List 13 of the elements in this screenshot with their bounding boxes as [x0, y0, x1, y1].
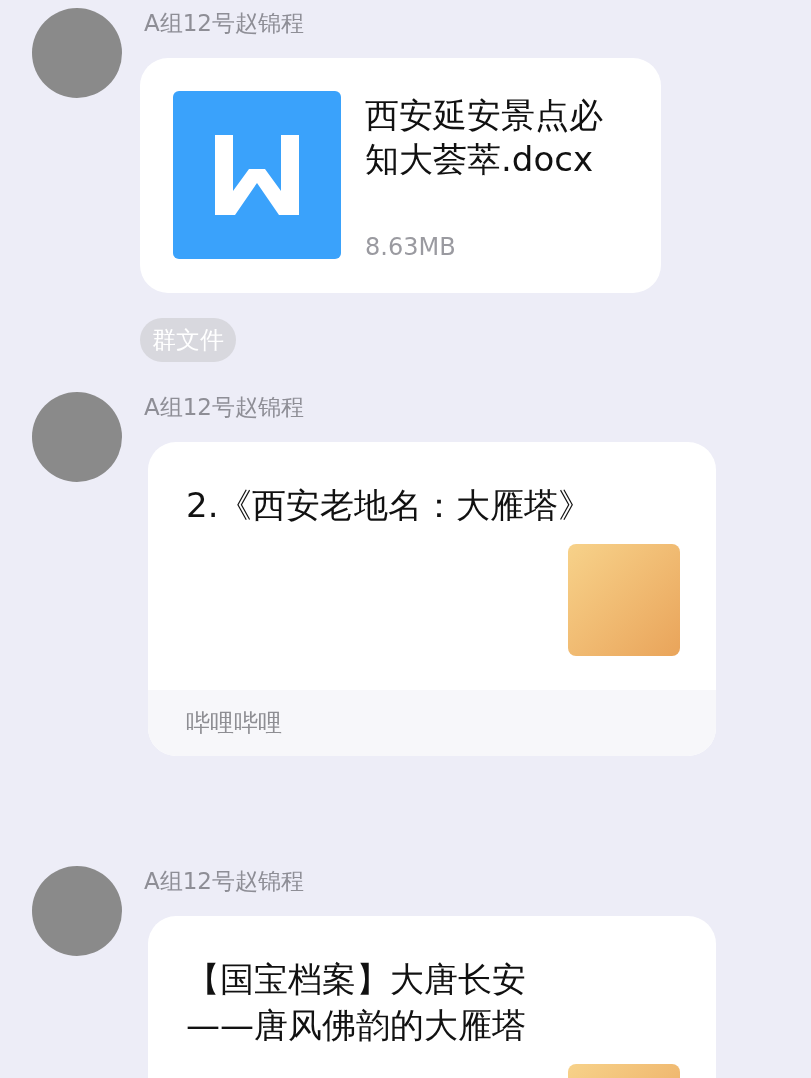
file-name: 西安延安景点必知大荟萃.docx — [365, 94, 604, 181]
link-message-card[interactable]: 2.《西安老地名：大雁塔》 哔哩哔哩 — [148, 442, 716, 756]
link-message-card[interactable]: 【国宝档案】大唐长安 ——唐风佛韵的大雁塔 — [148, 916, 716, 1078]
file-message-card[interactable]: 西安延安景点必知大荟萃.docx 8.63MB — [140, 58, 661, 293]
link-title: 【国宝档案】大唐长安 — [186, 958, 527, 1001]
link-title: ——唐风佛韵的大雁塔 — [186, 1004, 527, 1047]
word-document-icon — [173, 91, 341, 259]
link-title: 2.《西安老地名：大雁塔》 — [186, 484, 594, 527]
sender-name: A组12号赵锦程 — [144, 867, 305, 896]
link-source: 哔哩哔哩 — [186, 708, 282, 739]
sender-name: A组12号赵锦程 — [144, 393, 305, 422]
sender-name: A组12号赵锦程 — [144, 9, 305, 38]
file-size: 8.63MB — [365, 232, 457, 263]
